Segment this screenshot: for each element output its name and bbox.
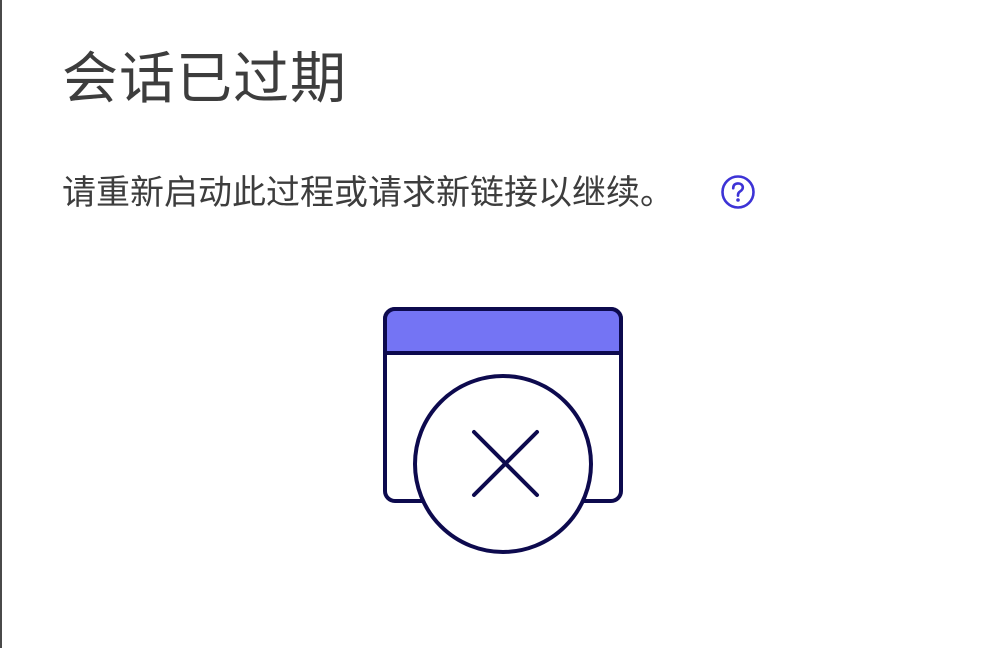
- help-button[interactable]: [720, 174, 756, 213]
- message-row: 请重新启动此过程或请求新链接以继续。: [62, 163, 756, 223]
- expired-window-x-icon: [382, 306, 626, 558]
- help-circle-icon: [720, 174, 756, 213]
- page-title: 会话已过期: [62, 47, 347, 112]
- expired-message: 请重新启动此过程或请求新链接以继续。: [62, 173, 674, 213]
- session-expired-page: 会话已过期 请重新启动此过程或请求新链接以继续。: [0, 0, 1001, 648]
